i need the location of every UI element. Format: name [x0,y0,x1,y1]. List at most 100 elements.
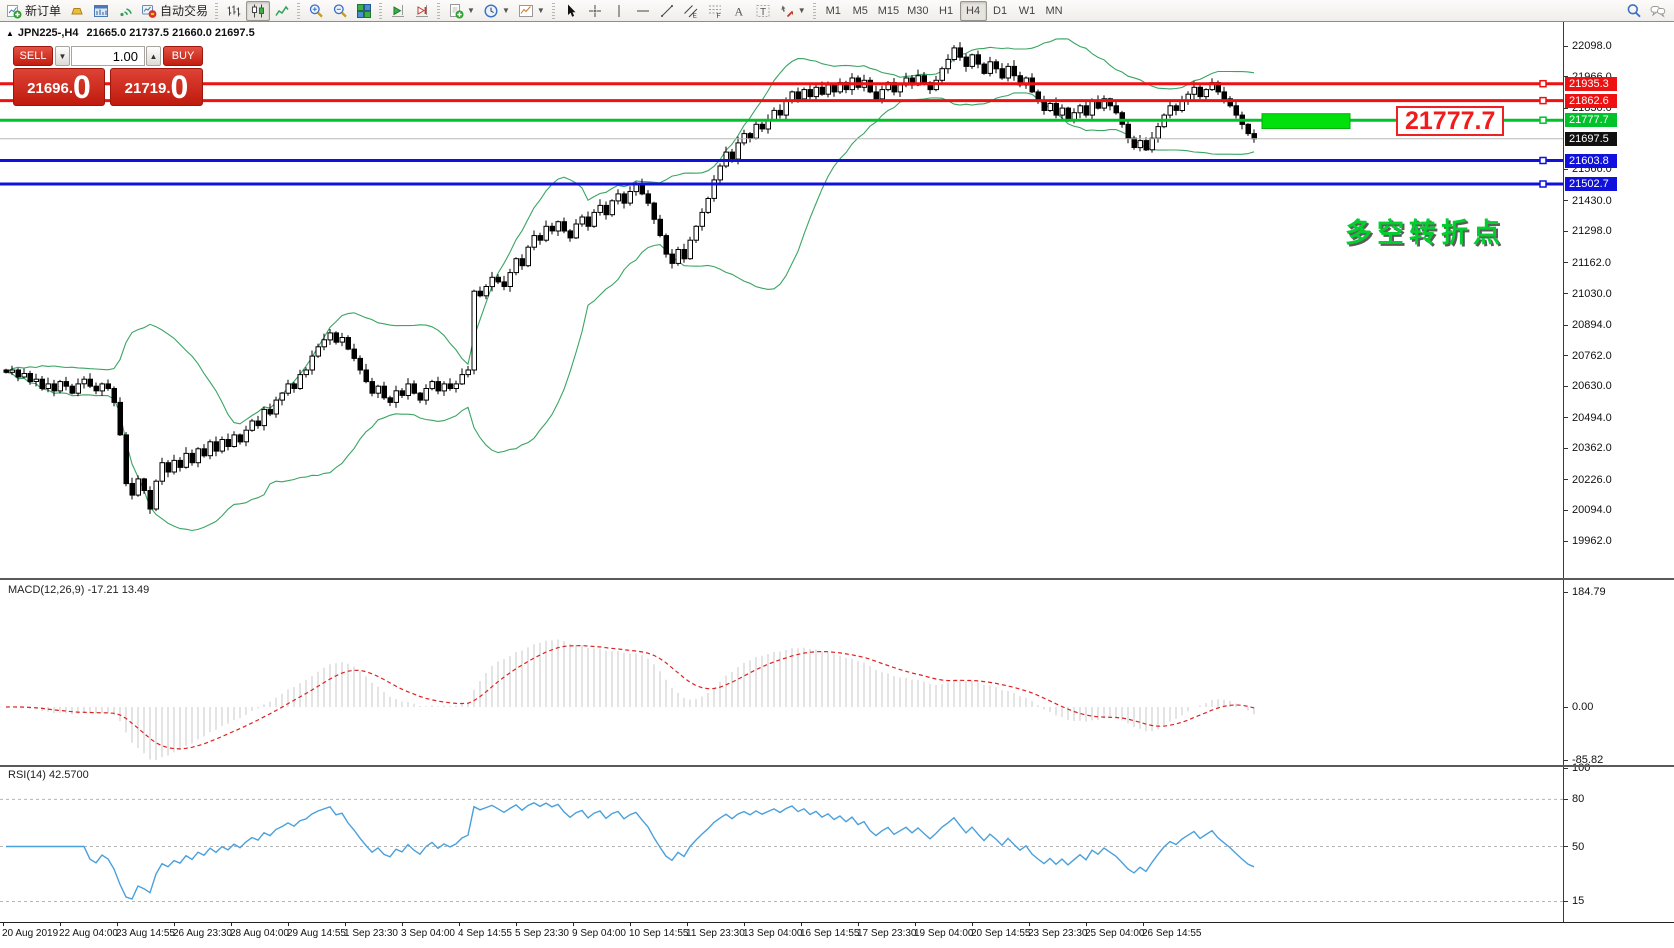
sell-price[interactable]: 21696.0 [13,68,105,106]
crosshair-button[interactable] [583,1,607,21]
timeframe-d1[interactable]: D1 [987,1,1014,21]
chat-button[interactable] [1646,1,1670,21]
bollinger-lower-band [6,93,1254,531]
volume-increase-button[interactable]: ▲ [146,46,161,66]
shift-end-button[interactable] [386,1,410,21]
sell-button[interactable]: SELL [13,46,53,66]
price-tick-label: 19962.0 [1564,534,1612,548]
timeframe-h4[interactable]: H4 [960,1,987,21]
chevron-down-icon: ▼ [502,6,510,15]
periods-button[interactable]: ▼ [479,1,514,21]
date-label: 4 Sep 14:55 [458,928,512,939]
date-tick [972,923,973,926]
macd-tick-label: 184.79 [1564,585,1606,599]
auto-scroll-button[interactable] [410,1,434,21]
bar-chart-icon [226,3,242,19]
buy-button[interactable]: BUY [163,46,203,66]
highlight-zone [1262,114,1350,129]
indicators-button[interactable]: ▼ [444,1,479,21]
current-price-tag: 21697.5 [1565,132,1617,146]
zoom-in-icon [308,3,324,19]
timeframe-m1[interactable]: M1 [820,1,847,21]
svg-text:T: T [760,7,766,18]
trendline-button[interactable] [655,1,679,21]
new-order-button[interactable]: 新订单 [2,1,65,21]
price-tick-label: 21162.0 [1564,256,1611,270]
new-order-icon [6,3,22,19]
trading-platform-window: 新订单 自动交易 ▼ ▼ ▼ EFAT ▼ M1M5M15M30H1H4D1W1MN ▲JPN… [0,0,1674,948]
text-label-button[interactable]: T [751,1,775,21]
date-label: 26 Sep 14:55 [1142,928,1202,939]
buy-price-main: 21719. [125,76,171,102]
vline-icon [611,3,627,19]
price-tick-label: 22098.0 [1564,39,1612,53]
chat-icon [1650,3,1666,19]
rsi-tick-label: 80 [1564,792,1584,806]
price-tick-label: 21030.0 [1564,287,1612,301]
signals-button[interactable] [113,1,137,21]
chevron-down-icon: ▼ [467,6,475,15]
rsi-tick-label: 100 [1564,761,1590,775]
date-label: 3 Sep 04:00 [401,928,455,939]
macd-indicator-label: MACD(12,26,9) -17.21 13.49 [8,584,149,596]
toolbar-grip [297,3,300,19]
rsi-line [6,803,1254,899]
toolbar: 新订单 自动交易 ▼ ▼ ▼ EFAT ▼ M1M5M15M30H1H4D1W1MN [0,0,1674,22]
autotrade-button[interactable]: 自动交易 [137,1,212,21]
templates-button[interactable]: ▼ [514,1,549,21]
volume-input[interactable] [71,46,145,66]
macd-histogram [6,640,1254,761]
panel-separator-macd[interactable] [0,578,1674,580]
price-tick-label: 20094.0 [1564,503,1612,517]
buy-price[interactable]: 21719.0 [110,68,203,106]
timeframe-mn[interactable]: MN [1041,1,1068,21]
timeframe-m15[interactable]: M15 [874,1,903,21]
zoom-out-button[interactable] [328,1,352,21]
cursor-button[interactable] [559,1,583,21]
search-icon [1626,3,1642,19]
date-tick [801,923,802,926]
volume-decrease-button[interactable]: ▼ [55,46,70,66]
price-axis: 22098.021966.021830.021566.021430.021298… [1563,22,1674,922]
search-button[interactable] [1622,1,1646,21]
gold-icon [69,3,85,19]
horizontal-line-button[interactable] [631,1,655,21]
tile-windows-button[interactable] [352,1,376,21]
timeframe-w1[interactable]: W1 [1014,1,1041,21]
arrows-button[interactable]: ▼ [775,1,810,21]
rsi-panel [0,799,1563,901]
level-price-tag[interactable]: 21862.6 [1565,94,1617,108]
level-price-tag[interactable]: 21502.7 [1565,177,1617,191]
toolbar-right-group [1622,1,1670,21]
chart-canvas[interactable] [0,0,1674,948]
toolbar-grip [552,3,555,19]
date-label: 26 Aug 23:30 [173,928,232,939]
text-button[interactable]: A [727,1,751,21]
fibonacci-button[interactable]: F [703,1,727,21]
price-callout-label[interactable]: 21777.7 [1396,106,1504,136]
bar-chart-button[interactable] [222,1,246,21]
date-label: 23 Sep 23:30 [1028,928,1088,939]
panel-separator-rsi[interactable] [0,765,1674,767]
symbol-info-bar: ▲JPN225-,H421665.0 21737.5 21660.0 21697… [6,27,255,39]
vertical-line-button[interactable] [607,1,631,21]
date-tick [858,923,859,926]
level-price-tag[interactable]: 21603.8 [1565,154,1617,168]
date-label: 1 Sep 23:30 [344,928,398,939]
market-watch-button[interactable] [89,1,113,21]
date-tick [3,923,4,926]
timeframe-m30[interactable]: M30 [903,1,932,21]
date-label: 19 Sep 04:00 [914,928,974,939]
level-price-tag[interactable]: 21777.7 [1565,113,1617,127]
line-chart-button[interactable] [270,1,294,21]
line-handle [1540,117,1546,123]
zoom-in-button[interactable] [304,1,328,21]
quotes-button[interactable] [65,1,89,21]
collapse-panel-icon[interactable]: ▲ [6,29,14,38]
candle-chart-button[interactable] [246,1,270,21]
equidistant-channel-button[interactable]: E [679,1,703,21]
timeframe-m5[interactable]: M5 [847,1,874,21]
level-price-tag[interactable]: 21935.3 [1565,77,1617,91]
line-chart-icon [274,3,290,19]
timeframe-h1[interactable]: H1 [933,1,960,21]
